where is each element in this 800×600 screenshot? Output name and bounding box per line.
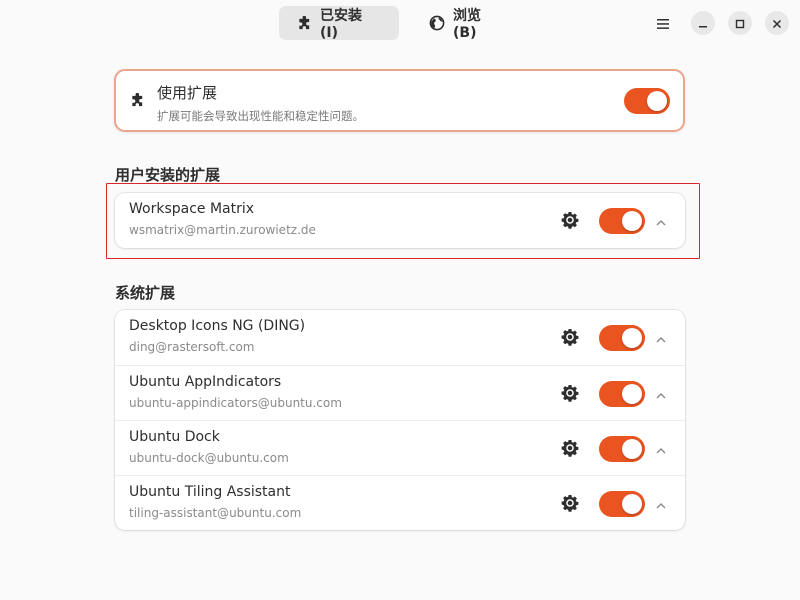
extension-uuid: tiling-assistant@ubuntu.com <box>129 506 302 520</box>
gear-icon[interactable] <box>561 328 579 346</box>
chevron-up-icon[interactable] <box>655 497 667 509</box>
extension-switch[interactable] <box>599 325 645 351</box>
extension-switch[interactable] <box>599 381 645 407</box>
tab-installed-label: 已安装 (I) <box>320 8 362 41</box>
use-extensions-card: 使用扩展 扩展可能会导致出现性能和稳定性问题。 <box>114 69 685 132</box>
close-icon <box>772 14 782 33</box>
system-extensions-list: Desktop Icons NG (DING) ding@rastersoft.… <box>115 310 685 530</box>
system-extensions-heading: 系统扩展 <box>115 284 176 302</box>
gear-icon[interactable] <box>561 494 579 512</box>
puzzle-icon <box>130 92 145 112</box>
extension-uuid: ubuntu-appindicators@ubuntu.com <box>129 396 342 410</box>
maximize-button[interactable] <box>728 11 752 35</box>
extension-name: Workspace Matrix <box>129 201 255 217</box>
header-bar: 已安装 (I) 浏览 (B) <box>0 0 800 46</box>
globe-icon <box>429 15 445 31</box>
gear-icon[interactable] <box>561 211 579 229</box>
extension-row[interactable]: Ubuntu Tiling Assistant tiling-assistant… <box>115 475 685 530</box>
main-menu-button[interactable] <box>651 11 675 35</box>
extension-switch[interactable] <box>599 491 645 517</box>
gear-icon[interactable] <box>561 384 579 402</box>
extension-name: Ubuntu AppIndicators <box>129 374 282 390</box>
extension-uuid: wsmatrix@martin.zurowietz.de <box>129 223 316 237</box>
puzzle-icon <box>297 15 312 31</box>
extension-uuid: ding@rastersoft.com <box>129 340 255 354</box>
extensions-window: 已安装 (I) 浏览 (B) 使用扩展 扩展可能会导致出现性能和稳定性问题。 用… <box>0 0 800 600</box>
switch-knob <box>622 439 642 459</box>
tab-browse[interactable]: 浏览 (B) <box>411 6 521 41</box>
maximize-icon <box>735 14 745 33</box>
extension-switch[interactable] <box>599 208 645 234</box>
user-extensions-heading: 用户安装的扩展 <box>115 166 221 184</box>
gear-icon[interactable] <box>561 439 579 457</box>
extension-uuid: ubuntu-dock@ubuntu.com <box>129 451 289 465</box>
minimize-icon <box>698 14 708 33</box>
chevron-up-icon[interactable] <box>655 387 667 399</box>
switch-knob <box>622 494 642 514</box>
extension-name: Desktop Icons NG (DING) <box>129 318 306 334</box>
switch-knob <box>622 328 642 348</box>
menu-icon <box>657 14 669 33</box>
chevron-up-icon[interactable] <box>655 214 667 226</box>
switch-knob <box>622 211 642 231</box>
extension-row[interactable]: Ubuntu Dock ubuntu-dock@ubuntu.com <box>115 420 685 475</box>
tab-installed[interactable]: 已安装 (I) <box>279 6 399 41</box>
extension-row[interactable]: Workspace Matrix wsmatrix@martin.zurowie… <box>115 193 685 248</box>
extension-name: Ubuntu Tiling Assistant <box>129 484 291 500</box>
minimize-button[interactable] <box>691 11 715 35</box>
use-extensions-switch[interactable] <box>624 88 670 114</box>
use-extensions-title: 使用扩展 <box>157 84 218 102</box>
switch-knob <box>622 384 642 404</box>
tab-browse-label: 浏览 (B) <box>453 8 481 41</box>
use-extensions-subtitle: 扩展可能会导致出现性能和稳定性问题。 <box>157 109 364 123</box>
extension-switch[interactable] <box>599 436 645 462</box>
extension-row[interactable]: Ubuntu AppIndicators ubuntu-appindicator… <box>115 365 685 420</box>
chevron-up-icon[interactable] <box>655 442 667 454</box>
chevron-up-icon[interactable] <box>655 331 667 343</box>
extension-name: Ubuntu Dock <box>129 429 220 445</box>
extension-row[interactable]: Desktop Icons NG (DING) ding@rastersoft.… <box>115 310 685 365</box>
close-button[interactable] <box>765 11 789 35</box>
user-extensions-list: Workspace Matrix wsmatrix@martin.zurowie… <box>115 193 685 248</box>
switch-knob <box>647 91 667 111</box>
